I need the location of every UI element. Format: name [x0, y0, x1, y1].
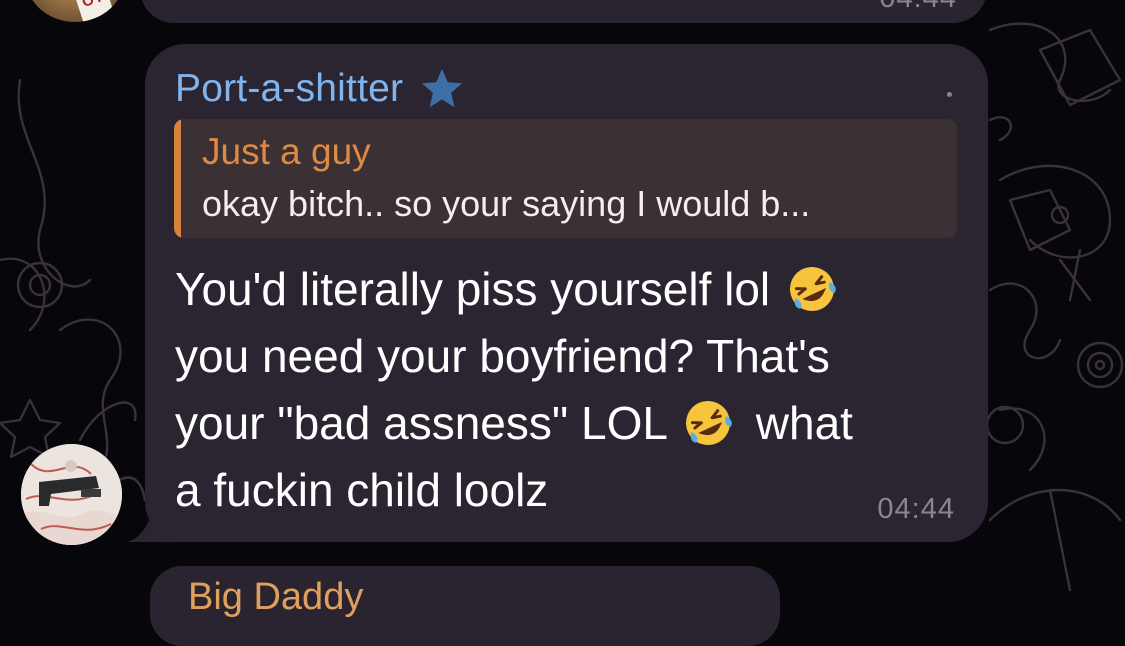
- reply-accent-bar: [174, 119, 181, 238]
- reply-quote[interactable]: Just a guy okay bitch.. so your saying I…: [174, 119, 957, 238]
- sender-row: Port-a-shitter: [175, 66, 465, 112]
- next-sender-name: Big Daddy: [188, 576, 364, 618]
- previous-message-bubble[interactable]: 04:44: [140, 0, 987, 23]
- message-time: 04:44: [877, 493, 955, 525]
- rofl-emoji-icon: [686, 401, 732, 445]
- reply-snippet: okay bitch.. so your saying I would b...: [202, 183, 811, 224]
- sender-name[interactable]: Port-a-shitter: [175, 67, 403, 111]
- message-line: your "bad assness" LOL what: [175, 390, 965, 457]
- next-message-bubble[interactable]: Big Daddy: [150, 566, 780, 646]
- message-bubble[interactable]: Port-a-shitter Just a guy okay bitch.. s…: [145, 44, 988, 542]
- rofl-emoji-icon: [789, 267, 836, 311]
- message-text: You'd literally piss yourself lol you ne…: [175, 256, 965, 524]
- message-line: a fuckin child loolz: [175, 464, 549, 516]
- sender-avatar[interactable]: [21, 444, 122, 545]
- reply-author: Just a guy: [202, 131, 371, 172]
- message-line: you need your boyfriend? That's: [175, 330, 830, 382]
- star-icon[interactable]: [419, 66, 465, 112]
- menu-dot: [947, 92, 952, 97]
- previous-message-time: 04:44: [879, 0, 957, 15]
- avatar-photo: [21, 444, 122, 545]
- message-line: You'd literally piss yourself lol: [175, 256, 965, 323]
